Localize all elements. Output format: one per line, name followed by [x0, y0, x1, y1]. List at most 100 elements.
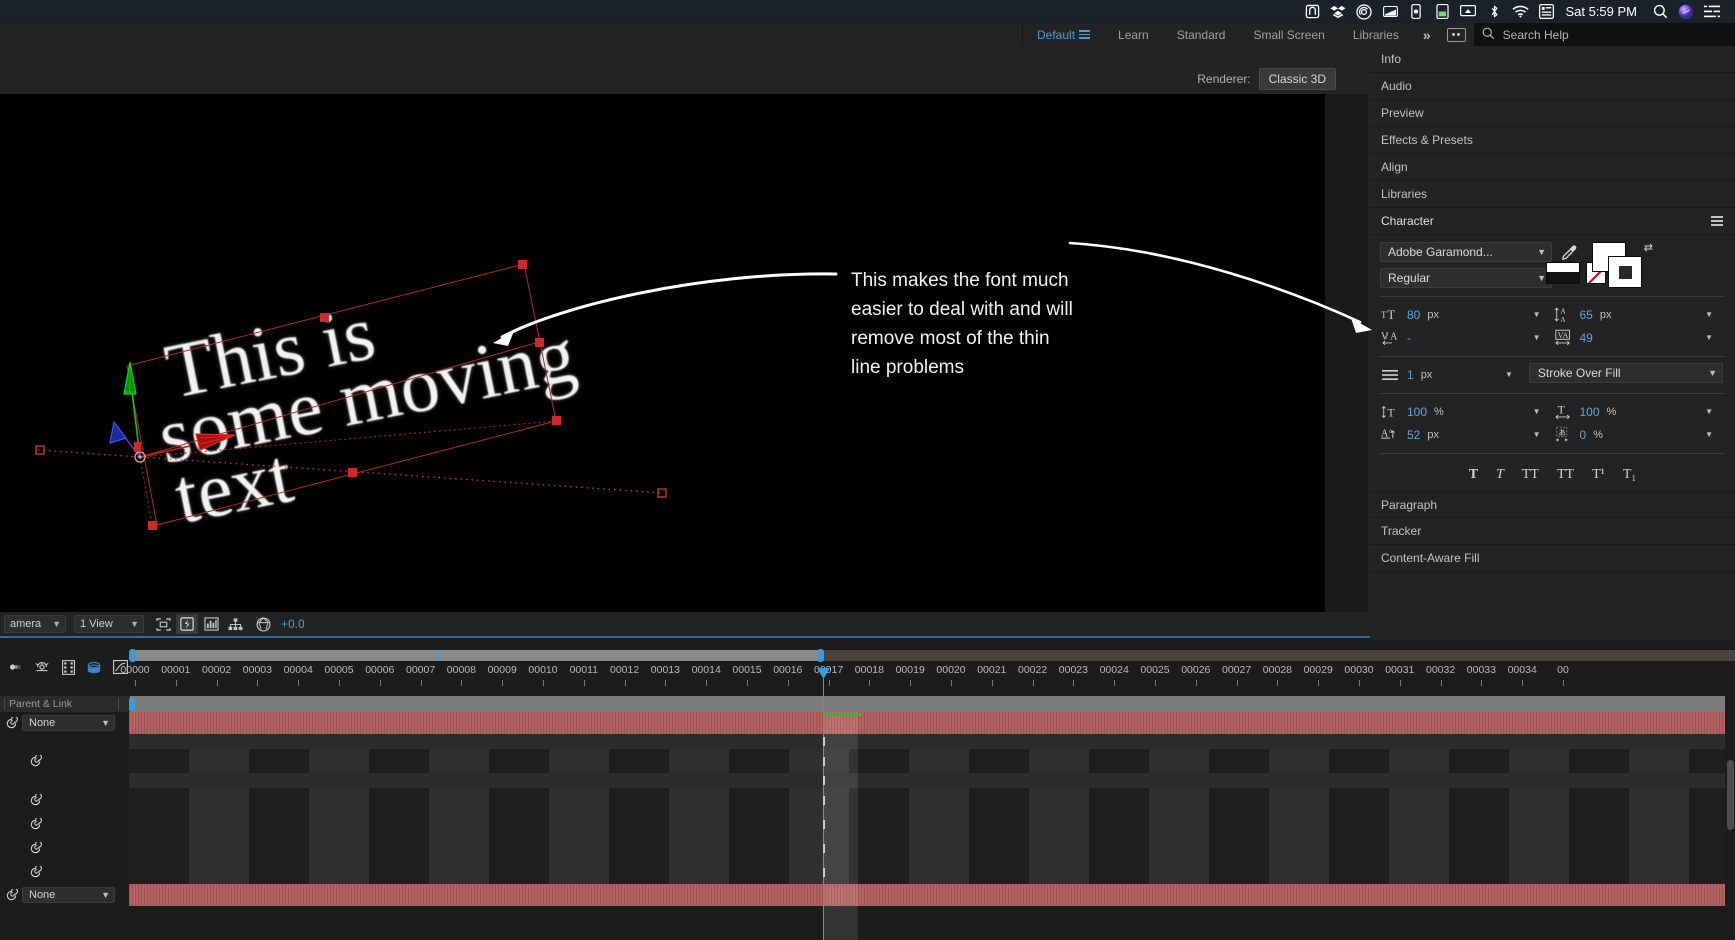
airplay-display-icon[interactable]	[1299, 1, 1325, 23]
work-area-start-handle[interactable]	[129, 649, 136, 662]
parent-select[interactable]: None ▼	[22, 887, 115, 903]
chevron-down-icon[interactable]: ▼	[1505, 370, 1513, 379]
views-select[interactable]: 1 View ▼	[74, 615, 144, 633]
dropbox-icon[interactable]	[1325, 1, 1351, 23]
workspace-libraries[interactable]: Libraries	[1339, 23, 1413, 46]
timeline-track-row[interactable]	[129, 860, 1735, 884]
timeline-track-row[interactable]	[129, 884, 1735, 906]
timeline-tracks[interactable]	[129, 696, 1735, 940]
leading-control[interactable]: AA 65 px ▼	[1553, 303, 1726, 326]
frame-blend-icon[interactable]	[58, 657, 78, 677]
control-center-icon[interactable]	[1699, 1, 1725, 23]
workspace-default[interactable]: Default	[1023, 23, 1104, 46]
pick-whip-icon[interactable]	[24, 792, 46, 808]
font-family-select[interactable]: Adobe Garamond... ▼	[1380, 242, 1552, 262]
chevron-down-icon[interactable]: ▼	[1705, 430, 1713, 439]
pick-whip-icon[interactable]	[24, 864, 46, 880]
horizontal-scale-control[interactable]: T 100 % ▼	[1553, 400, 1726, 423]
pick-whip-icon[interactable]	[24, 816, 46, 832]
pick-whip-icon[interactable]	[24, 753, 46, 769]
chevron-down-icon[interactable]: ▼	[1533, 430, 1541, 439]
trackpad-icon[interactable]	[1377, 1, 1403, 23]
renderer-button[interactable]: Classic 3D	[1258, 68, 1336, 90]
work-area-bar[interactable]	[131, 650, 823, 661]
search-help-field[interactable]: Search Help	[1473, 23, 1735, 46]
stroke-width-control[interactable]: 1 px ▼	[1380, 363, 1525, 386]
faux-bold-button[interactable]: T	[1469, 467, 1478, 483]
timeline-vertical-scrollbar[interactable]	[1727, 760, 1734, 830]
panel-preview[interactable]: Preview	[1370, 100, 1735, 127]
screen-mirror-icon[interactable]	[1455, 1, 1481, 23]
timeline-track-row[interactable]	[129, 712, 1735, 734]
bluetooth-icon[interactable]	[1481, 1, 1507, 23]
panel-audio[interactable]: Audio	[1370, 73, 1735, 100]
panel-align[interactable]: Align	[1370, 154, 1735, 181]
eyedropper-icon[interactable]	[1559, 242, 1579, 263]
timeline-track-row[interactable]	[129, 734, 1735, 749]
pick-whip-icon[interactable]	[24, 734, 46, 750]
all-caps-button[interactable]: TT	[1522, 467, 1539, 483]
draft-3d-icon[interactable]	[84, 657, 104, 677]
panel-menu-icon[interactable]	[1711, 216, 1723, 226]
composition-viewport[interactable]: This is some moving text This makes the …	[0, 94, 1325, 612]
workspace-learn[interactable]: Learn	[1104, 23, 1163, 46]
input-source-icon[interactable]	[1533, 1, 1559, 23]
playhead-line[interactable]	[823, 696, 824, 940]
font-size-control[interactable]: TT 80 px ▼	[1380, 303, 1553, 326]
track-header-start-handle[interactable]	[129, 698, 135, 711]
search-icon[interactable]	[1647, 1, 1673, 23]
default-fill-stroke-swatch[interactable]	[1546, 262, 1580, 284]
swap-fill-stroke-icon[interactable]: ⇄	[1644, 241, 1653, 254]
panel-effects-and-presets[interactable]: Effects & Presets	[1370, 127, 1735, 154]
region-of-interest-icon[interactable]	[152, 614, 174, 634]
chevron-down-icon[interactable]: ▼	[1705, 407, 1713, 416]
chevron-down-icon[interactable]: ▼	[1533, 333, 1541, 342]
comp-hierarchy-icon[interactable]	[224, 614, 246, 634]
work-area-end-handle[interactable]	[817, 649, 824, 662]
panel-tracker[interactable]: Tracker	[1370, 518, 1735, 545]
panel-info[interactable]: Info	[1370, 46, 1735, 73]
pick-whip-icon[interactable]	[24, 840, 46, 856]
chevron-down-icon[interactable]: ▼	[1705, 333, 1713, 342]
tracking-control[interactable]: VA 49 ▼	[1553, 326, 1726, 349]
workspace-small-screen[interactable]: Small Screen	[1239, 23, 1338, 46]
timeline-track-row[interactable]	[129, 836, 1735, 860]
exposure-value[interactable]: +0.0	[281, 617, 305, 631]
workspace-overflow-icon[interactable]: »	[1413, 27, 1439, 43]
workspace-layout-icon[interactable]	[1446, 27, 1466, 42]
siri-icon[interactable]	[1673, 1, 1699, 23]
workspace-standard[interactable]: Standard	[1163, 23, 1240, 46]
creative-cloud-icon[interactable]	[1351, 1, 1377, 23]
comp-flowchart-icon[interactable]	[200, 614, 222, 634]
timeline-track-row[interactable]	[129, 749, 1735, 773]
timeline-track-row[interactable]	[129, 788, 1735, 812]
transparency-grid-icon[interactable]	[176, 614, 198, 634]
shy-icon[interactable]	[32, 657, 52, 677]
chevron-down-icon[interactable]: ▼	[1533, 310, 1541, 319]
parent-select[interactable]: None ▼	[22, 715, 115, 731]
fill-color-swatch[interactable]	[1608, 256, 1642, 288]
timeline-track-row[interactable]	[129, 812, 1735, 836]
device-icon[interactable]	[1403, 1, 1429, 23]
small-caps-button[interactable]: TT	[1557, 467, 1574, 483]
superscript-button[interactable]: T¹	[1592, 467, 1605, 483]
baseline-shift-control[interactable]: Aa 52 px ▼	[1380, 423, 1553, 446]
timeline-track-row[interactable]	[129, 773, 1735, 788]
stroke-mode-select[interactable]: Stroke Over Fill ▼	[1528, 363, 1723, 383]
camera-select[interactable]: amera ▼	[4, 615, 66, 633]
menubar-clock[interactable]: Sat 5:59 PM	[1559, 4, 1647, 19]
pick-whip-icon[interactable]	[24, 773, 46, 789]
pick-whip-icon[interactable]	[0, 887, 22, 903]
battery-icon[interactable]	[1429, 1, 1455, 23]
pick-whip-icon[interactable]	[0, 715, 22, 731]
panel-character-header[interactable]: Character	[1370, 208, 1735, 235]
workspace-menu-icon[interactable]	[1079, 30, 1091, 39]
panel-paragraph[interactable]: Paragraph	[1370, 491, 1735, 518]
tsume-control[interactable]: あ 0 % ▼	[1553, 423, 1726, 446]
subscript-button[interactable]: T₁	[1623, 467, 1636, 483]
kerning-control[interactable]: V / A - ▼	[1380, 326, 1553, 349]
wifi-icon[interactable]	[1507, 1, 1533, 23]
font-style-select[interactable]: Regular ▼	[1380, 268, 1552, 288]
keyframe-marker[interactable]	[129, 793, 140, 807]
timeline-ruler[interactable]: 00000 00001 00002 00003 00004 00005 00006 00007…	[120, 638, 1735, 696]
